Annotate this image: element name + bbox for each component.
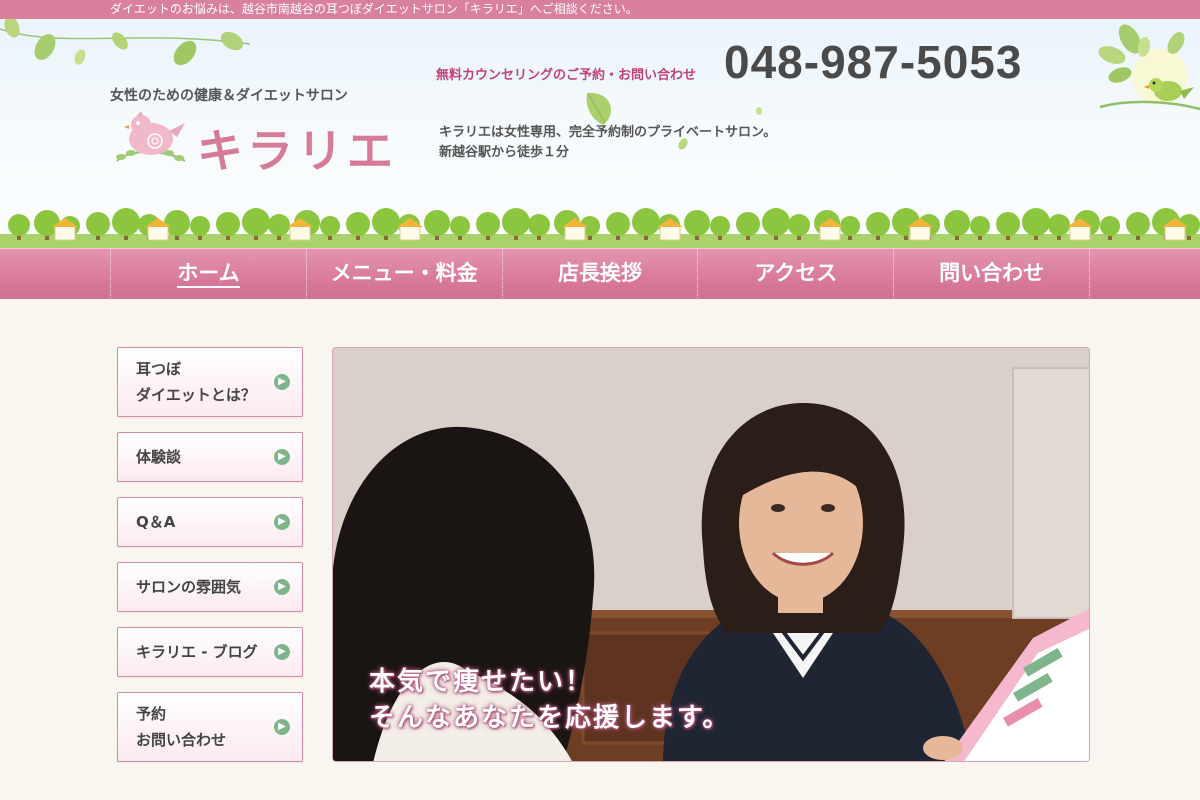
chevron-right-icon: ▶ bbox=[274, 719, 290, 735]
nav-item-contact[interactable]: 問い合わせ bbox=[893, 249, 1090, 300]
sidebar-item-ear-diet[interactable]: 耳つぼ ダイエットとは？ ▶ bbox=[117, 347, 303, 417]
village-decoration bbox=[736, 212, 760, 236]
contact-label: 無料カウンセリングのご予約・お問い合わせ bbox=[436, 68, 697, 83]
village-landscape bbox=[0, 208, 1200, 248]
leaf-icon bbox=[756, 107, 762, 115]
nav-label: 店長挨拶 bbox=[557, 261, 642, 285]
village-decoration bbox=[866, 212, 890, 236]
main-navigation: ホーム メニュー・料金 店長挨拶 アクセス 問い合わせ bbox=[0, 248, 1200, 300]
nav-label: メニュー・料金 bbox=[330, 261, 478, 285]
chevron-right-icon: ▶ bbox=[274, 449, 290, 465]
village-decoration bbox=[564, 225, 586, 241]
nav-label: 問い合わせ bbox=[939, 261, 1045, 285]
village-decoration bbox=[944, 210, 970, 236]
village-decoration bbox=[632, 208, 660, 236]
village-decoration bbox=[1022, 208, 1050, 236]
village-decoration bbox=[996, 212, 1020, 236]
logo-text[interactable]: キラリエ bbox=[197, 115, 397, 181]
phone-number[interactable]: 048-987-5053 bbox=[724, 35, 1022, 89]
sidebar-item-testimonials[interactable]: 体験談 ▶ bbox=[117, 432, 303, 482]
village-decoration bbox=[54, 225, 76, 241]
chevron-right-icon: ▶ bbox=[274, 579, 290, 595]
sidebar-item-blog[interactable]: キラリエ - ブログ ▶ bbox=[117, 627, 303, 677]
village-decoration bbox=[762, 208, 790, 236]
village-decoration bbox=[1069, 225, 1091, 241]
village-decoration bbox=[289, 225, 311, 241]
village-decoration bbox=[788, 214, 810, 236]
nav-item-home[interactable]: ホーム bbox=[110, 249, 306, 300]
village-decoration bbox=[147, 225, 169, 241]
top-announcement: ダイエットのお悩みは、越谷市南越谷の耳つぼダイエットサロン「キラリエ」へご相談く… bbox=[0, 0, 1200, 19]
chevron-right-icon: ▶ bbox=[274, 374, 290, 390]
village-decoration bbox=[399, 225, 421, 241]
hero-caption: 本気で痩せたい！ そんなあなたを応援します。 bbox=[369, 664, 730, 736]
village-decoration bbox=[659, 225, 681, 241]
sidebar-item-reservation[interactable]: 予約 お問い合わせ ▶ bbox=[117, 692, 303, 762]
village-decoration bbox=[1100, 216, 1120, 236]
village-decoration bbox=[320, 216, 340, 236]
village-decoration bbox=[710, 216, 730, 236]
description-line: 新越谷駅から徒歩１分 bbox=[439, 145, 570, 160]
village-decoration bbox=[528, 214, 550, 236]
village-decoration bbox=[819, 225, 841, 241]
village-decoration bbox=[684, 210, 710, 236]
site-header: 女性のための健康＆ダイエットサロン キラリエ 無料カウンセリングのご予約・お問い… bbox=[0, 19, 1200, 248]
village-decoration bbox=[909, 225, 931, 241]
village-decoration bbox=[268, 214, 290, 236]
sidebar-item-atmosphere[interactable]: サロンの雰囲気 ▶ bbox=[117, 562, 303, 612]
hero-caption-line: 本気で痩せたい！ bbox=[369, 667, 594, 697]
logo-bird-icon[interactable] bbox=[107, 111, 191, 173]
village-decoration bbox=[8, 214, 30, 236]
village-decoration bbox=[242, 208, 270, 236]
sidebar-menu: 耳つぼ ダイエットとは？ ▶ 体験談 ▶ Q＆A ▶ サロンの雰囲気 ▶ キラリ… bbox=[117, 347, 303, 777]
nav-label: アクセス bbox=[754, 261, 838, 285]
nav-item-menu-price[interactable]: メニュー・料金 bbox=[305, 249, 502, 300]
green-bird-icon bbox=[1098, 24, 1200, 111]
hero-caption-line: そんなあなたを応援します。 bbox=[369, 703, 731, 733]
leaf-icon bbox=[678, 138, 688, 150]
village-decoration bbox=[346, 212, 370, 236]
chevron-right-icon: ▶ bbox=[274, 514, 290, 530]
village-decoration bbox=[1126, 212, 1150, 236]
slide-dot-2[interactable] bbox=[1051, 734, 1064, 747]
nav-label: ホーム bbox=[177, 260, 240, 288]
nav-item-access[interactable]: アクセス bbox=[697, 249, 893, 300]
village-decoration bbox=[840, 216, 860, 236]
hero-slideshow[interactable]: 本気で痩せたい！ そんなあなたを応援します。 bbox=[332, 347, 1090, 762]
village-decoration bbox=[112, 208, 140, 236]
village-decoration bbox=[1164, 225, 1186, 241]
village-decoration bbox=[190, 216, 210, 236]
village-decoration bbox=[606, 212, 630, 236]
slide-dot-1[interactable] bbox=[1027, 734, 1040, 747]
village-decoration bbox=[502, 208, 530, 236]
village-decoration bbox=[86, 212, 110, 236]
leaf-icon bbox=[586, 92, 611, 125]
chevron-right-icon: ▶ bbox=[274, 644, 290, 660]
site-tagline: 女性のための健康＆ダイエットサロン bbox=[110, 88, 348, 104]
village-decoration bbox=[450, 216, 470, 236]
nav-item-greeting[interactable]: 店長挨拶 bbox=[501, 249, 698, 300]
village-decoration bbox=[970, 216, 990, 236]
sidebar-item-qa[interactable]: Q＆A ▶ bbox=[117, 497, 303, 547]
village-decoration bbox=[1048, 214, 1070, 236]
village-decoration bbox=[216, 212, 240, 236]
village-decoration bbox=[424, 210, 450, 236]
village-decoration bbox=[476, 212, 500, 236]
salon-description: キラリエは女性専用、完全予約制のプライベートサロン。 新越谷駅から徒歩１分 bbox=[439, 123, 776, 163]
village-decoration bbox=[372, 208, 400, 236]
